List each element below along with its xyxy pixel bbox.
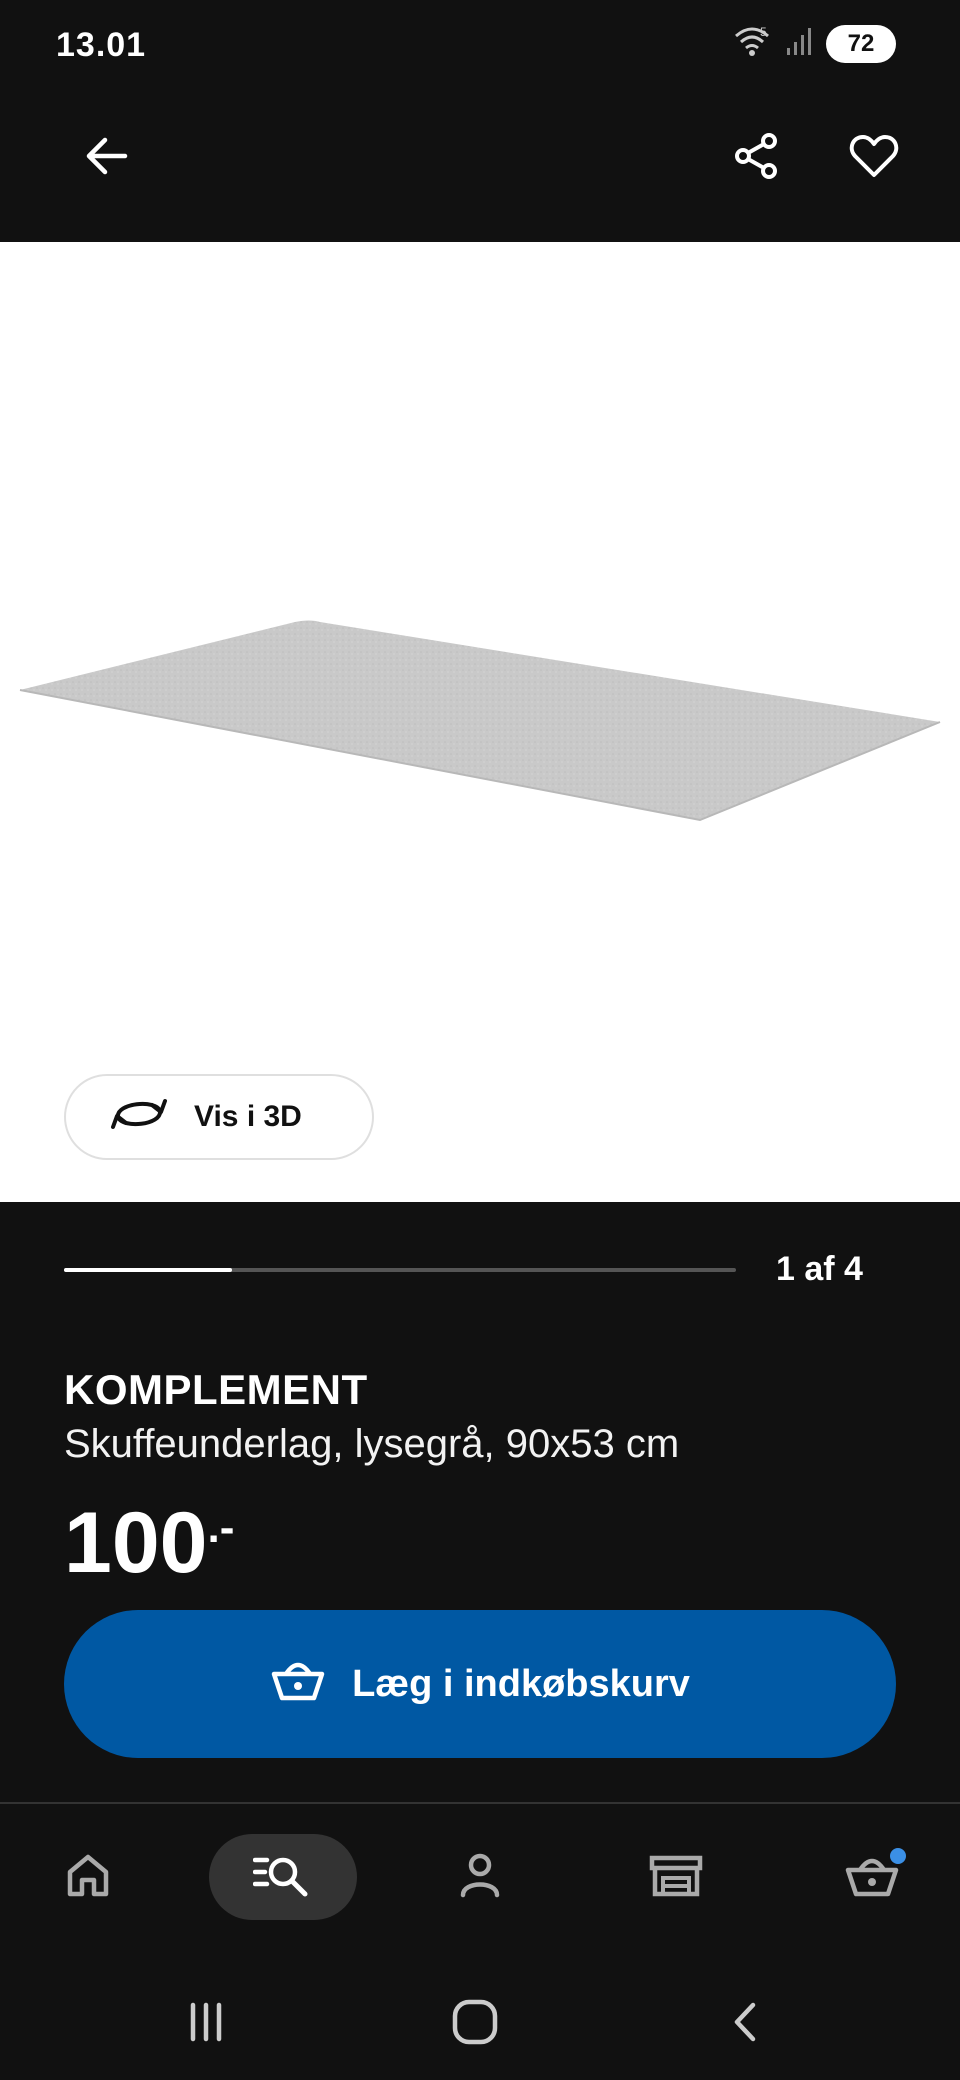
gallery-progress-bar: [64, 1268, 736, 1272]
view-in-3d-label: Vis i 3D: [194, 1100, 302, 1133]
status-time: 13.01: [56, 26, 147, 64]
favorite-button[interactable]: [834, 118, 914, 198]
basket-icon: [270, 1656, 326, 1712]
product-image-gallery[interactable]: Vis i 3D: [0, 242, 960, 1202]
status-bar: 13.01 5 72: [0, 0, 960, 90]
bottom-navigation: [0, 1804, 960, 1954]
system-back-button[interactable]: [705, 1984, 785, 2064]
recent-apps-icon: [183, 1999, 229, 2050]
home-icon: [64, 1852, 112, 1903]
top-app-bar: [0, 90, 960, 242]
home-circle-icon: [450, 1997, 500, 2052]
share-icon: [732, 131, 782, 186]
cart-badge-dot: [890, 1848, 906, 1864]
price-suffix: .-: [207, 1503, 235, 1552]
signal-icon: [786, 26, 812, 61]
back-button[interactable]: [66, 118, 146, 198]
battery-indicator: 72: [826, 24, 896, 63]
nav-home[interactable]: [14, 1834, 162, 1920]
nav-profile[interactable]: [406, 1834, 554, 1920]
heart-icon: [849, 133, 899, 184]
add-to-cart-button[interactable]: Læg i indkøbskurv: [64, 1610, 896, 1758]
product-name: KOMPLEMENT: [64, 1366, 368, 1413]
nav-search[interactable]: [209, 1834, 357, 1920]
store-icon: [648, 1852, 704, 1903]
recent-apps-button[interactable]: [166, 1984, 246, 2064]
search-list-icon: [252, 1852, 313, 1903]
svg-text:5: 5: [760, 25, 767, 39]
product-price: 100.-: [64, 1500, 234, 1586]
nav-cart[interactable]: [798, 1834, 946, 1920]
view-in-3d-button[interactable]: Vis i 3D: [64, 1074, 374, 1160]
gallery-counter: 1 af 4: [776, 1250, 863, 1288]
product-description: Skuffeunderlag, lysegrå, 90x53 cm: [64, 1422, 680, 1466]
share-button[interactable]: [717, 118, 797, 198]
product-image: [19, 620, 941, 822]
wifi-icon: 5: [732, 24, 772, 63]
price-value: 100: [64, 1495, 208, 1591]
nav-store[interactable]: [602, 1834, 750, 1920]
back-chevron-icon: [725, 1999, 765, 2050]
add-to-cart-label: Læg i indkøbskurv: [352, 1662, 690, 1705]
rotate-3d-icon: [110, 1093, 168, 1141]
status-icons: 5 72: [732, 24, 896, 63]
system-navigation-bar: [0, 1954, 960, 2080]
back-arrow-icon: [83, 136, 129, 181]
system-home-button[interactable]: [435, 1984, 515, 2064]
person-icon: [457, 1851, 503, 1904]
gallery-progress-fill: [64, 1268, 232, 1272]
